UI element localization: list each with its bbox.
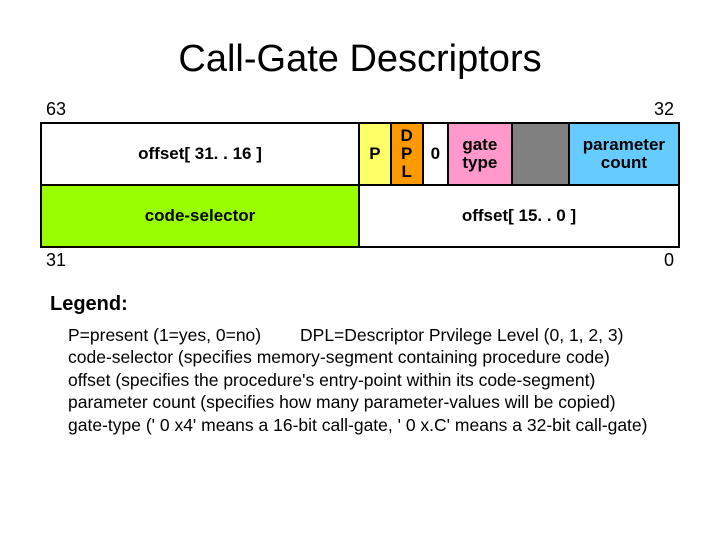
legend-offset: offset (specifies the procedure's entry-… (68, 369, 680, 391)
field-reserved (513, 124, 570, 184)
bit-63: 63 (46, 99, 66, 120)
table-row: code-selector offset[ 15. . 0 ] (42, 186, 678, 246)
bit-0: 0 (664, 250, 674, 271)
field-p: P (360, 124, 392, 184)
field-gate-type: gate type (449, 124, 513, 184)
descriptor-table: offset[ 31. . 16 ] P D P L 0 gate type p… (40, 122, 680, 248)
field-offset-low: offset[ 15. . 0 ] (360, 186, 678, 246)
legend-dpl: DPL=Descriptor Prvilege Level (0, 1, 2, … (300, 325, 623, 345)
table-row: offset[ 31. . 16 ] P D P L 0 gate type p… (42, 124, 678, 186)
legend-body: P=present (1=yes, 0=no) DPL=Descriptor P… (68, 324, 680, 436)
field-offset-high: offset[ 31. . 16 ] (42, 124, 360, 184)
legend-p: P=present (1=yes, 0=no) (68, 325, 261, 345)
legend-heading: Legend: (50, 293, 680, 316)
bit-labels-bottom: 31 0 (40, 250, 680, 271)
page-title: Call-Gate Descriptors (40, 38, 680, 81)
field-parameter-count: parameter count (570, 124, 678, 184)
field-code-selector: code-selector (42, 186, 360, 246)
legend-gate-type: gate-type (' 0 x4' means a 16-bit call-g… (68, 414, 680, 436)
bit-31: 31 (46, 250, 66, 271)
field-zero: 0 (424, 124, 449, 184)
field-dpl: D P L (392, 124, 424, 184)
bit-labels-top: 63 32 (40, 99, 680, 120)
legend-code-selector: code-selector (specifies memory-segment … (68, 346, 680, 368)
bit-32: 32 (654, 99, 674, 120)
legend-param-count: parameter count (specifies how many para… (68, 391, 680, 413)
